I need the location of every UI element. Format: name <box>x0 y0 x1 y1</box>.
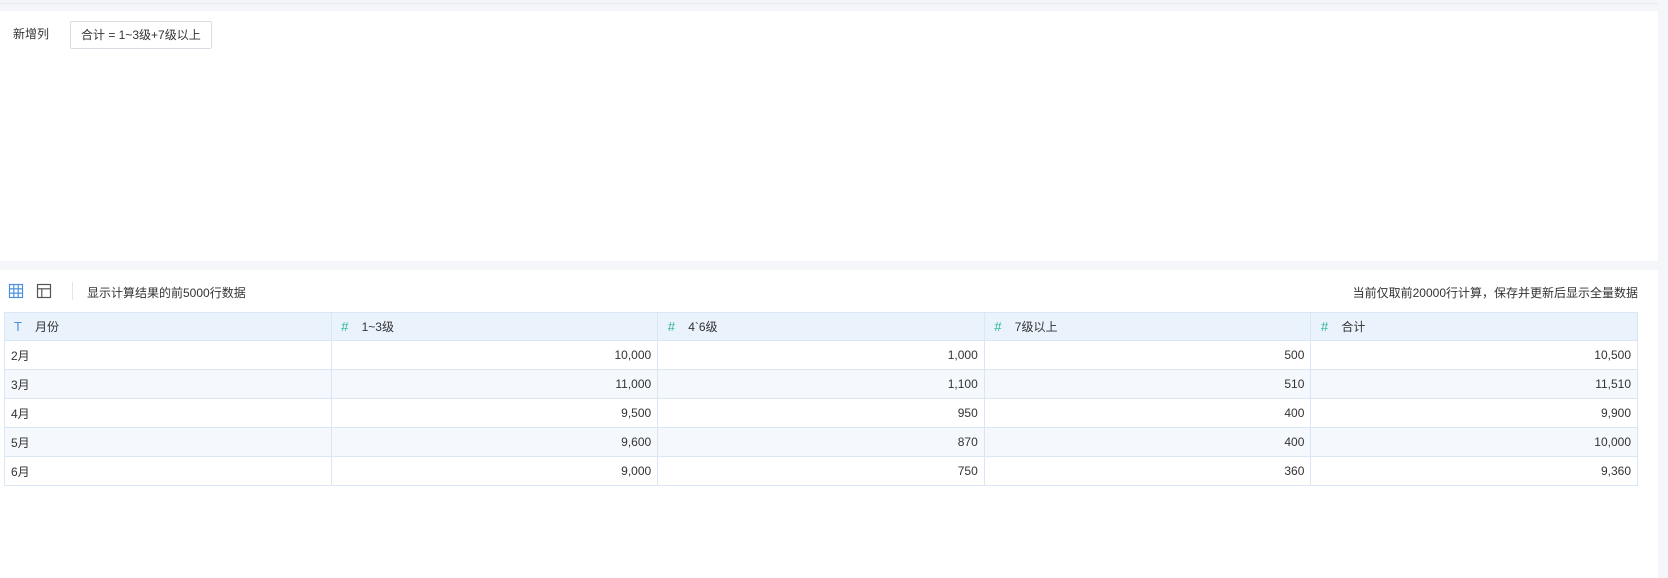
table-row: 6月 9,000 750 360 9,360 <box>4 456 1638 486</box>
table-cell: 10,000 <box>1310 427 1638 457</box>
column-header-label: 合计 <box>1341 320 1366 334</box>
grid-table-icon[interactable] <box>8 283 24 299</box>
table-row: 5月 9,600 870 400 10,000 <box>4 427 1638 457</box>
data-table: T 月份 #1~3级 #4`6级 #7级以上 # 合计 2月 10,000 1,00… <box>4 312 1638 486</box>
formula-chip[interactable]: 合计 = 1~3级+7级以上 <box>70 21 212 49</box>
table-cell: 950 <box>657 398 985 428</box>
table-cell: 870 <box>657 427 985 457</box>
table-cell: 500 <box>983 340 1312 370</box>
column-header-level-1-3[interactable]: #1~3级 <box>330 312 659 341</box>
number-type-icon: # <box>1320 319 1328 334</box>
preview-panel: 显示计算结果的前5000行数据 当前仅取前20000行计算，保存并更新后显示全量… <box>0 270 1658 578</box>
table-cell: 6月 <box>4 456 332 486</box>
layout-table-icon[interactable] <box>36 283 52 299</box>
table-cell: 400 <box>983 398 1312 428</box>
table-cell: 10,500 <box>1310 340 1638 370</box>
new-column-label: 新增列 <box>13 27 50 41</box>
column-header-level-4-6[interactable]: #4`6级 <box>657 312 985 341</box>
table-cell: 360 <box>983 456 1312 486</box>
table-cell: 4月 <box>4 398 332 428</box>
preview-row-limit-text: 显示计算结果的前5000行数据 <box>87 286 246 300</box>
column-header-label: 7级以上 <box>1014 320 1058 334</box>
table-row: 3月 11,000 1,100 510 11,510 <box>4 369 1638 399</box>
table-cell: 2月 <box>4 340 332 370</box>
table-cell: 9,000 <box>330 456 659 486</box>
table-cell: 11,000 <box>330 369 659 399</box>
table-cell: 9,360 <box>1310 456 1638 486</box>
preview-toolbar: 显示计算结果的前5000行数据 当前仅取前20000行计算，保存并更新后显示全量… <box>0 270 1650 312</box>
table-header-row: T 月份 #1~3级 #4`6级 #7级以上 # 合计 <box>4 312 1638 341</box>
toolbar-divider <box>72 282 73 300</box>
table-cell: 11,510 <box>1310 369 1638 399</box>
column-header-level-7-plus[interactable]: #7级以上 <box>983 312 1312 341</box>
table-cell: 3月 <box>4 369 332 399</box>
column-header-label: 月份 <box>35 320 60 334</box>
table-cell: 510 <box>983 369 1312 399</box>
column-header-label: 1~3级 <box>361 320 394 334</box>
table-cell: 1,000 <box>657 340 985 370</box>
table-row: 4月 9,500 950 400 9,900 <box>4 398 1638 428</box>
column-header-total[interactable]: # 合计 <box>1310 312 1638 341</box>
table-row: 2月 10,000 1,000 500 10,500 <box>4 340 1638 370</box>
table-cell: 9,500 <box>330 398 659 428</box>
table-cell: 9,900 <box>1310 398 1638 428</box>
column-header-month[interactable]: T 月份 <box>4 312 332 341</box>
table-cell: 750 <box>657 456 985 486</box>
table-cell: 5月 <box>4 427 332 457</box>
number-type-icon: # <box>994 319 1002 334</box>
text-type-icon: T <box>14 319 22 334</box>
column-header-label: 4`6级 <box>688 320 718 334</box>
new-column-panel: 新增列 合计 = 1~3级+7级以上 <box>0 11 1658 261</box>
table-cell: 10,000 <box>330 340 659 370</box>
calculation-limit-notice: 当前仅取前20000行计算，保存并更新后显示全量数据 <box>1352 286 1638 300</box>
table-cell: 1,100 <box>657 369 985 399</box>
number-type-icon: # <box>340 319 349 334</box>
number-type-icon: # <box>667 319 675 334</box>
top-strip <box>0 0 1658 4</box>
table-cell: 9,600 <box>330 427 659 457</box>
table-cell: 400 <box>983 427 1312 457</box>
